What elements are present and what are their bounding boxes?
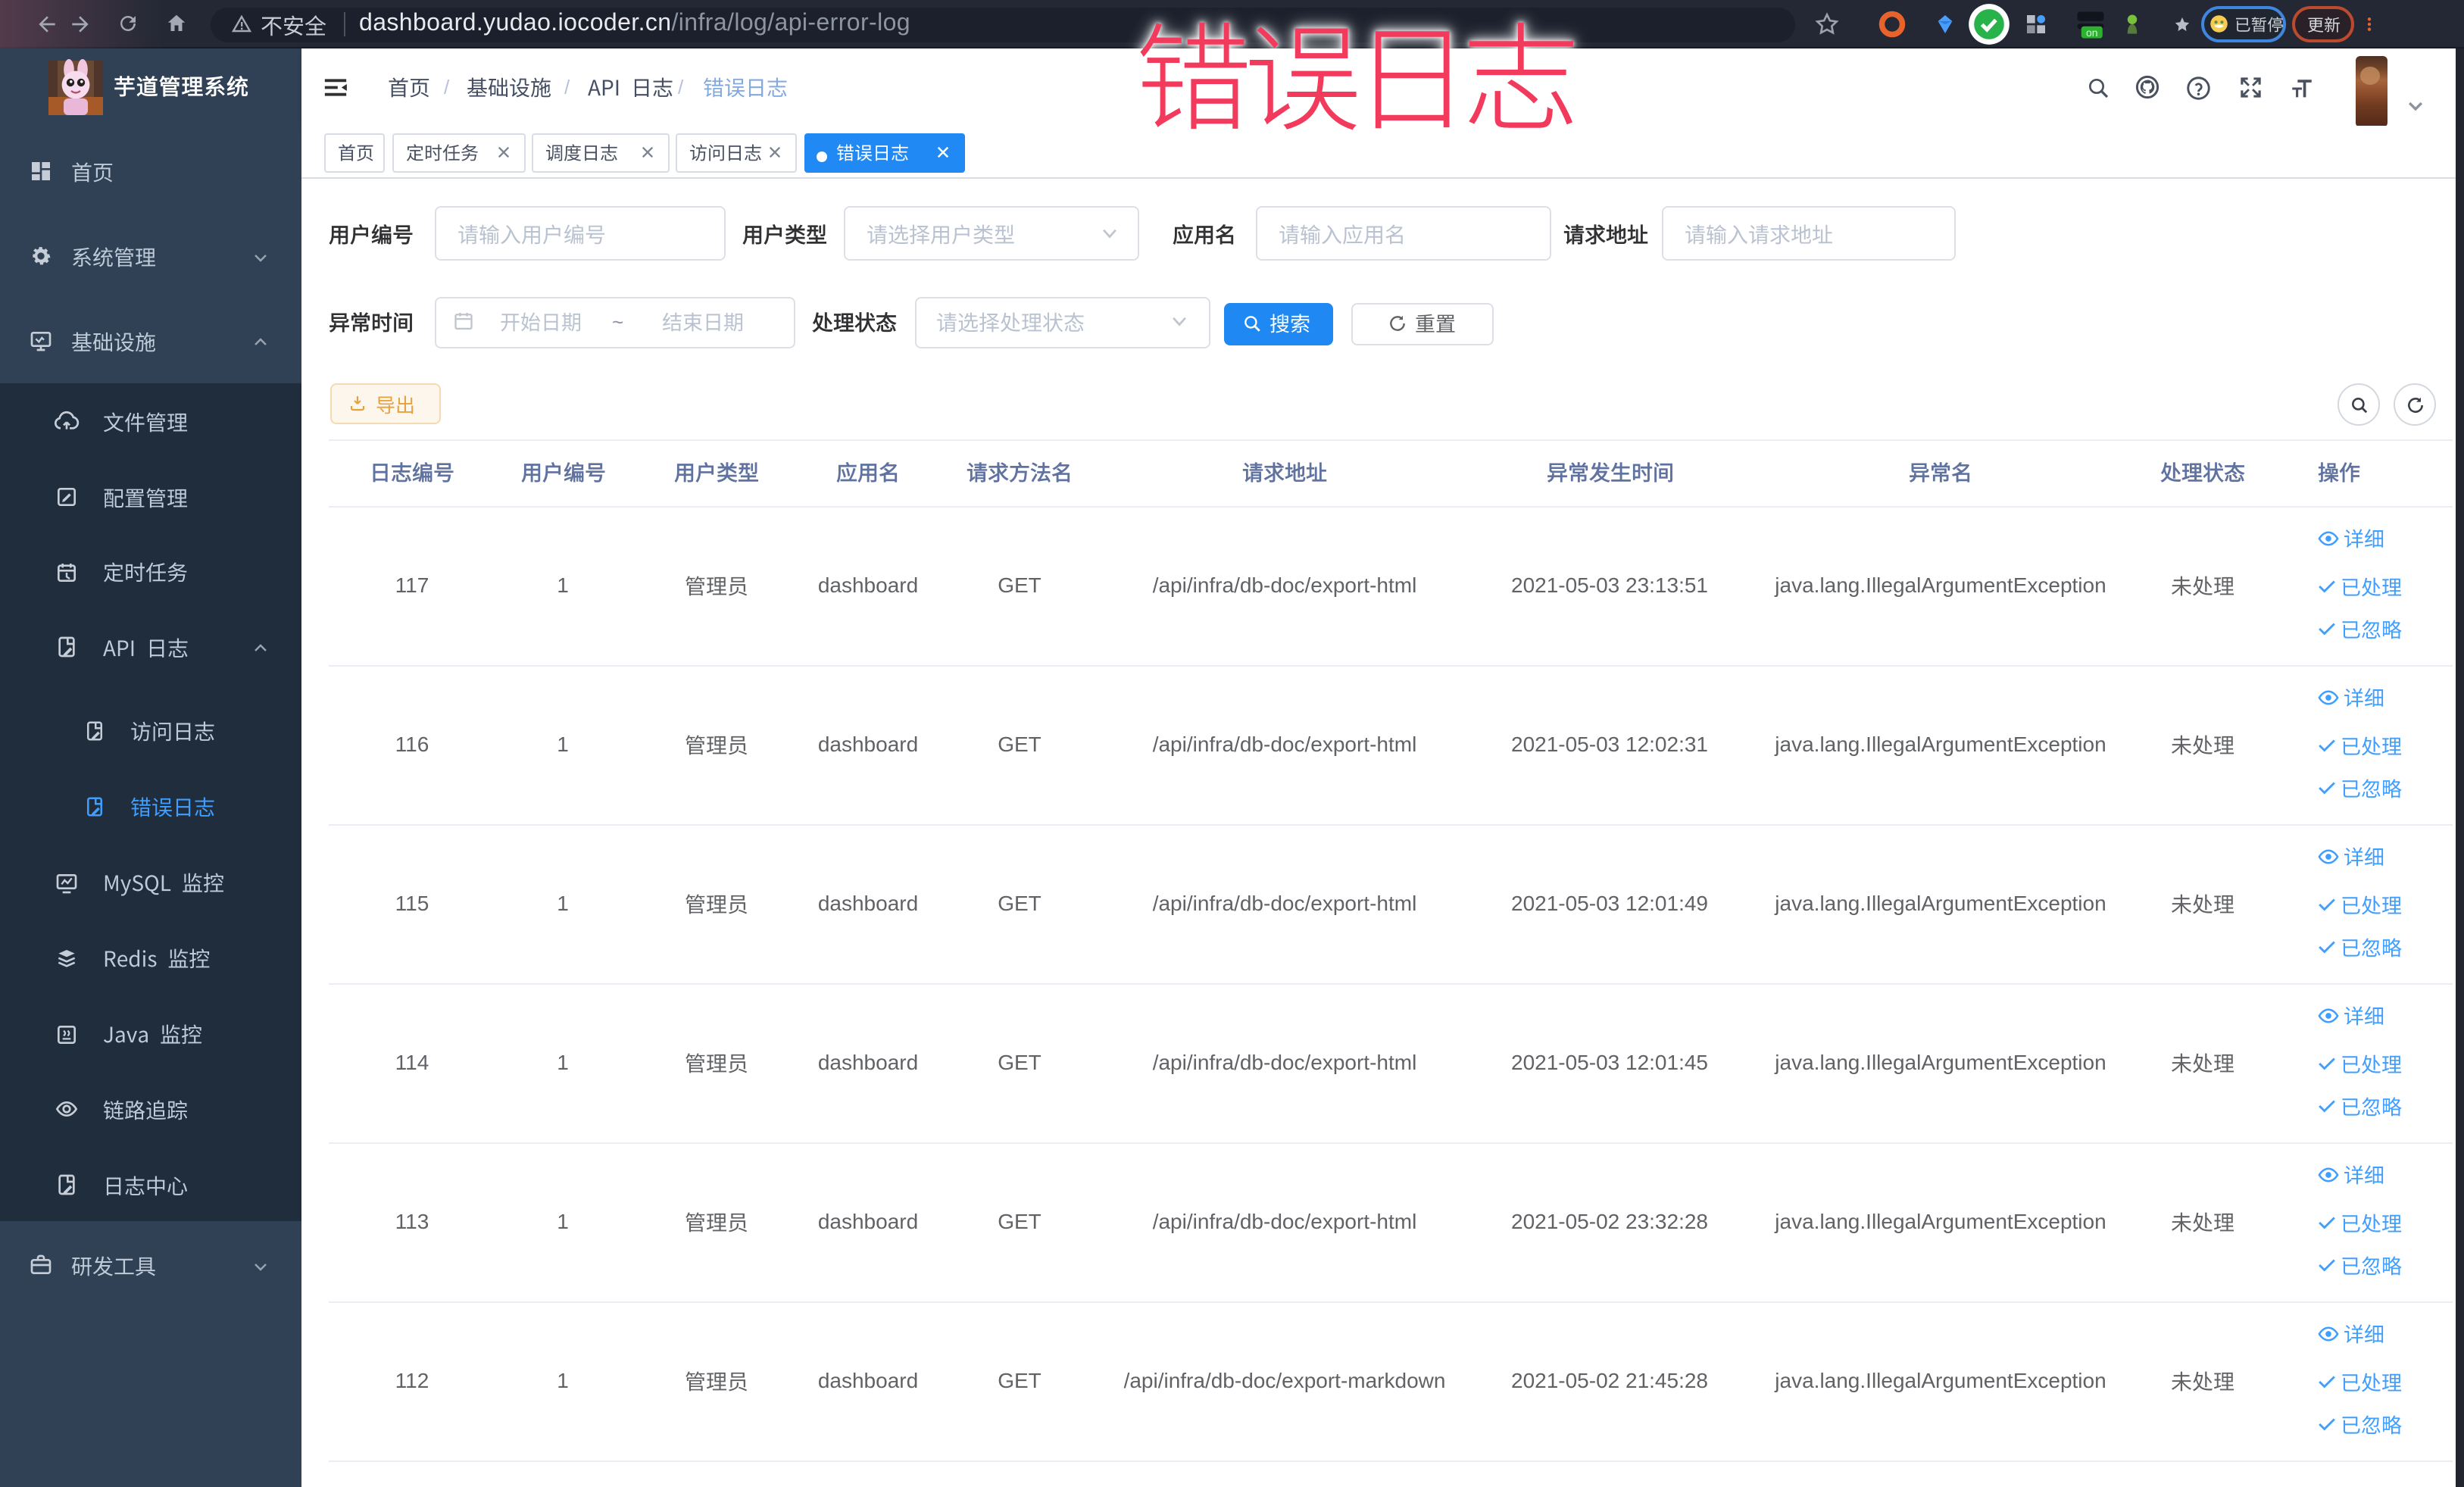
- svg-text:on: on: [2086, 27, 2098, 39]
